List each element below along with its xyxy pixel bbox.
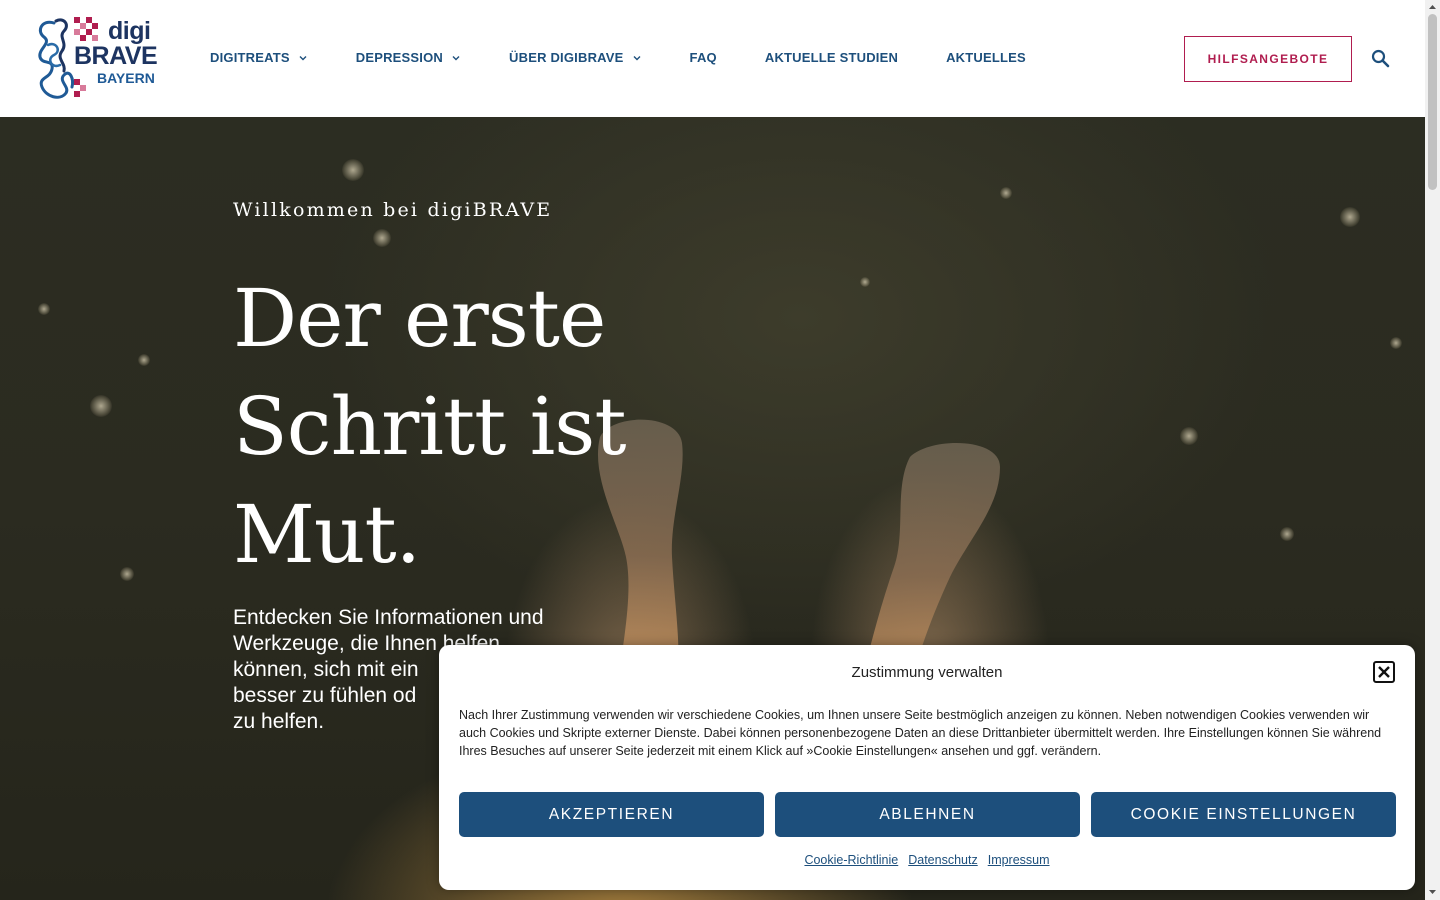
chevron-down-icon (633, 55, 641, 60)
cookie-dialog-body: Nach Ihrer Zustimmung verwenden wir vers… (459, 708, 1382, 758)
hero-title-line: Mut. (233, 488, 421, 581)
nav-item-label: AKTUELLES (946, 50, 1026, 65)
cookie-consent-dialog: Zustimmung verwalten Nach Ihrer Zustimmu… (439, 645, 1415, 890)
scrollbar-thumb[interactable] (1428, 14, 1437, 190)
nav-item-label: ÜBER DIGIBRAVE (509, 50, 624, 65)
cookie-links: Cookie-Richtlinie Datenschutz Impressum (439, 853, 1415, 867)
hero-title: Der erste Schritt ist Mut. (233, 265, 703, 589)
accept-button[interactable]: AKZEPTIEREN (459, 792, 764, 837)
nav-item-faq[interactable]: FAQ (690, 50, 717, 65)
water-bubble (138, 354, 150, 366)
privacy-link[interactable]: Datenschutz (908, 853, 977, 867)
cookie-dialog-title: Zustimmung verwalten (851, 664, 1003, 681)
water-bubble (1280, 527, 1294, 541)
water-bubble (1340, 207, 1360, 227)
water-bubble (1000, 187, 1012, 199)
water-bubble (342, 159, 364, 181)
nav-item-aktuelles[interactable]: AKTUELLES (946, 50, 1026, 65)
water-bubble (1390, 337, 1402, 349)
water-bubble (860, 277, 870, 287)
cookie-settings-button[interactable]: COOKIE EINSTELLUNGEN (1091, 792, 1396, 837)
imprint-link[interactable]: Impressum (988, 853, 1050, 867)
nav-item-label: FAQ (689, 50, 717, 65)
close-icon (1378, 666, 1390, 678)
logo-line-brave: BRAVE (74, 42, 158, 70)
chevron-down-icon (452, 55, 460, 60)
search-icon (1371, 49, 1390, 68)
nav-item-ueber-digibrave[interactable]: ÜBER DIGIBRAVE (509, 50, 642, 65)
nav-item-aktuelle-studien[interactable]: AKTUELLE STUDIEN (765, 50, 898, 65)
cookie-close-button[interactable] (1373, 661, 1395, 683)
hero-eyebrow: Willkommen bei digiBRAVE (233, 199, 553, 221)
scroll-down-arrow-icon[interactable] (1428, 888, 1437, 896)
water-bubble (120, 567, 134, 581)
nav-item-label: DEPRESSION (355, 50, 444, 65)
decline-button[interactable]: ABLEHNEN (775, 792, 1080, 837)
water-bubble (1180, 427, 1198, 445)
nav-item-digitreats[interactable]: DIGITREATS (210, 50, 308, 65)
water-bubble (90, 395, 112, 417)
cookie-button-group: AKZEPTIEREN ABLEHNEN COOKIE EINSTELLUNGE… (459, 792, 1396, 837)
hero-title-line: Der erste (233, 272, 606, 365)
nav-item-depression[interactable]: DEPRESSION (356, 50, 461, 65)
site-header: digi BRAVE BAYERN DIGITREATS DEPRESSION … (0, 0, 1425, 117)
search-button[interactable] (1370, 48, 1392, 70)
main-nav: DIGITREATS DEPRESSION ÜBER DIGIBRAVE FAQ… (210, 50, 1026, 65)
nav-item-label: DIGITREATS (210, 50, 290, 65)
water-bubble (373, 229, 391, 247)
nav-item-label: AKTUELLE STUDIEN (764, 50, 899, 65)
page-scrollbar[interactable] (1425, 0, 1440, 900)
water-bubble (38, 303, 50, 315)
logo-line-bayern: BAYERN (97, 70, 155, 86)
logo-line-digi: digi (108, 17, 151, 45)
hero-text-line: Entdecken Sie Informationen und (233, 606, 544, 629)
logo-wordmark: digi BRAVE BAYERN (74, 17, 158, 86)
cookie-policy-link[interactable]: Cookie-Richtlinie (804, 853, 898, 867)
hero-title-line: Schritt ist (233, 380, 626, 473)
scroll-up-arrow-icon[interactable] (1428, 3, 1437, 11)
chevron-down-icon (299, 55, 307, 60)
site-logo[interactable]: digi BRAVE BAYERN (34, 15, 158, 103)
hilfsangebote-button[interactable]: HILFSANGEBOTE (1184, 36, 1352, 82)
